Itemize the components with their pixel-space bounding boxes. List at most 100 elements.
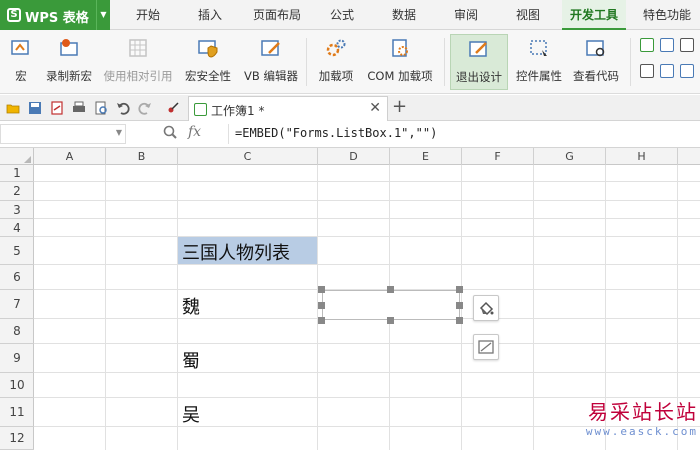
zoom-search-icon[interactable] [163,125,177,139]
cell-c5[interactable]: 三国人物列表 [178,237,317,264]
formula-input[interactable]: =EMBED("Forms.ListBox.1","") [228,124,700,144]
design-mode-icon [469,41,487,57]
macro-security-button[interactable]: 宏安全性 [180,34,236,90]
row-header-1[interactable]: 1 [0,165,34,182]
formula-bar: ▼ fx =EMBED("Forms.ListBox.1","") [0,121,700,148]
shield-icon [198,40,218,58]
column-header-g[interactable]: G [534,148,606,165]
column-headers: A B C D E F G H [0,148,700,165]
image-control-icon[interactable] [660,64,674,78]
macro-button[interactable]: 宏 [2,34,40,90]
resize-handle[interactable] [318,302,325,309]
grid-icon [129,39,147,57]
row-header-8[interactable]: 8 [0,319,34,344]
save-icon[interactable] [28,101,42,115]
row-header-9[interactable]: 9 [0,344,34,373]
column-header-c[interactable]: C [178,148,318,165]
column-header-h[interactable]: H [606,148,678,165]
listbox-control[interactable] [322,290,460,320]
ribbon: 宏 录制新宏 使用相对引用 宏安全性 VB 编辑器 加载项 COM 加载项 退出… [0,30,700,94]
com-addins-label: COM 加载项 [367,69,433,83]
gridline [34,264,700,265]
redo-icon[interactable] [138,101,152,115]
record-macro-label: 录制新宏 [46,69,92,83]
column-header-b[interactable]: B [106,148,178,165]
vb-editor-button[interactable]: VB 编辑器 [240,34,302,90]
row-header-3[interactable]: 3 [0,201,34,219]
tab-insert[interactable]: 插入 [186,0,234,30]
row-header-10[interactable]: 10 [0,373,34,398]
row-header-5[interactable]: 5 [0,237,34,265]
open-folder-icon[interactable] [6,101,20,115]
cell-c7[interactable]: 魏 [182,293,200,319]
tab-developer[interactable]: 开发工具 [562,0,626,30]
resize-handle[interactable] [456,286,463,293]
row-header-4[interactable]: 4 [0,219,34,237]
scroll-control-icon[interactable] [680,64,694,78]
addins-button[interactable]: 加载项 [314,34,358,90]
resize-handle[interactable] [456,302,463,309]
gridline [34,218,700,219]
print-icon[interactable] [72,101,86,115]
resize-handle[interactable] [318,317,325,324]
shape-outline-button[interactable] [473,334,499,360]
close-icon[interactable]: ✕ [369,100,381,116]
button-control-icon[interactable] [680,38,694,52]
column-header-d[interactable]: D [318,148,390,165]
checkbox-control-icon[interactable] [640,38,654,52]
name-box[interactable]: ▼ [0,124,126,144]
textbox-control-icon[interactable] [660,38,674,52]
resize-handle[interactable] [387,286,394,293]
row-header-12[interactable]: 12 [0,427,34,450]
tab-view[interactable]: 视图 [504,0,552,30]
gridline [34,236,700,237]
gridline [177,165,178,450]
resize-handle[interactable] [456,317,463,324]
control-properties-icon [530,40,547,56]
tab-special-features[interactable]: 特色功能 [636,0,698,30]
row-header-11[interactable]: 11 [0,398,34,427]
chevron-down-icon[interactable]: ▼ [116,128,122,137]
macro-security-label: 宏安全性 [185,69,231,83]
spreadsheet-icon [194,103,207,116]
tab-formulas[interactable]: 公式 [318,0,366,30]
print-preview-icon[interactable] [94,101,108,115]
customize-toolbar-icon[interactable] [166,101,180,115]
relative-reference-label: 使用相对引用 [103,69,173,83]
export-pdf-icon[interactable] [50,101,64,115]
vb-editor-label: VB 编辑器 [244,69,298,83]
row-header-7[interactable]: 7 [0,290,34,319]
view-code-label: 查看代码 [573,69,619,83]
column-header-a[interactable]: A [34,148,106,165]
addins-label: 加载项 [318,69,354,83]
exit-design-button[interactable]: 退出设计 [450,34,508,90]
menu-bar: S WPS 表格 ▼ 开始 插入 页面布局 公式 数据 审阅 视图 开发工具 特… [0,0,700,30]
cell-c11[interactable]: 吴 [182,401,200,427]
undo-icon[interactable] [116,101,130,115]
new-tab-icon[interactable]: + [392,97,407,117]
chevron-down-icon[interactable]: ▼ [96,0,110,30]
column-header-f[interactable]: F [462,148,534,165]
document-tab[interactable]: 工作簿1 * ✕ [188,96,388,121]
watermark: 易采站长站 www.easck.com [586,396,698,438]
fill-style-button[interactable] [473,295,499,321]
cell-c9[interactable]: 蜀 [182,347,200,373]
tab-page-layout[interactable]: 页面布局 [246,0,308,30]
insert-function-icon[interactable]: fx [188,124,201,140]
record-macro-button[interactable]: 录制新宏 [42,34,96,90]
select-all-corner[interactable] [0,148,34,165]
spin-control-icon[interactable] [640,64,654,78]
resize-handle[interactable] [387,317,394,324]
control-properties-button[interactable]: 控件属性 [512,34,566,90]
tab-home[interactable]: 开始 [124,0,172,30]
row-header-6[interactable]: 6 [0,265,34,290]
view-code-button[interactable]: 查看代码 [568,34,624,90]
resize-handle[interactable] [318,286,325,293]
tab-review[interactable]: 审阅 [442,0,490,30]
relative-reference-button[interactable]: 使用相对引用 [100,34,176,90]
column-header-e[interactable]: E [390,148,462,165]
tab-data[interactable]: 数据 [380,0,428,30]
com-addins-button[interactable]: COM 加载项 [362,34,438,90]
row-header-2[interactable]: 2 [0,182,34,201]
app-menu-button[interactable]: S WPS 表格 ▼ [0,0,110,30]
